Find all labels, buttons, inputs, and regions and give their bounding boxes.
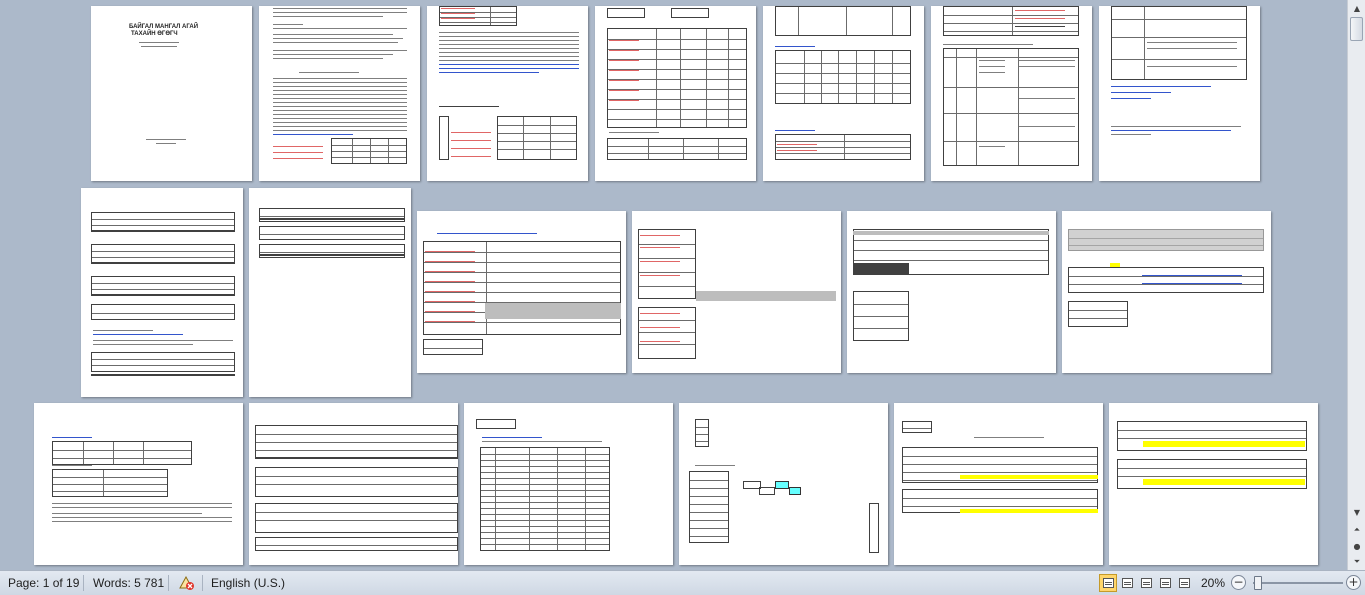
- next-page-icon[interactable]: ⏷: [1349, 554, 1365, 570]
- zoom-slider-thumb[interactable]: [1254, 576, 1262, 590]
- zoom-in-button[interactable]: +: [1346, 575, 1361, 590]
- document-page[interactable]: [417, 211, 626, 373]
- document-page[interactable]: [763, 6, 924, 181]
- document-page[interactable]: [81, 188, 243, 397]
- language-indicator[interactable]: English (U.S.): [211, 576, 285, 590]
- document-page[interactable]: [1062, 211, 1271, 373]
- page-indicator[interactable]: Page: 1 of 19: [8, 576, 79, 590]
- proofing-icon[interactable]: [178, 574, 196, 592]
- outline-icon[interactable]: [1156, 574, 1174, 592]
- vertical-scrollbar[interactable]: ▲ ▼ ⏶ ● ⏷: [1347, 0, 1365, 570]
- word-count[interactable]: Words: 5 781: [93, 576, 164, 590]
- select-browse-object-icon[interactable]: ●: [1349, 538, 1365, 554]
- document-page[interactable]: [931, 6, 1092, 181]
- document-page[interactable]: [847, 211, 1056, 373]
- draft-icon[interactable]: [1175, 574, 1193, 592]
- document-page[interactable]: БАЙГАЛ МАНГАЛ АГАЙ ТАХАЙН ӨГӨГЧ: [91, 6, 252, 181]
- print-layout-icon[interactable]: [1099, 574, 1117, 592]
- zoom-slider-track[interactable]: [1253, 582, 1343, 584]
- document-page[interactable]: [632, 211, 841, 373]
- web-layout-icon[interactable]: [1137, 574, 1155, 592]
- document-page[interactable]: [1109, 403, 1318, 565]
- cover-subtitle: ТАХАЙН ӨГӨГЧ: [131, 31, 178, 37]
- scroll-down-arrow-icon[interactable]: ▼: [1349, 504, 1365, 520]
- document-page[interactable]: [427, 6, 588, 181]
- document-page[interactable]: [1099, 6, 1260, 181]
- cover-title: БАЙГАЛ МАНГАЛ АГАЙ: [129, 24, 199, 30]
- full-screen-reading-icon[interactable]: [1118, 574, 1136, 592]
- zoom-out-button[interactable]: −: [1231, 575, 1246, 590]
- document-page[interactable]: [249, 403, 458, 565]
- scroll-thumb[interactable]: [1350, 17, 1363, 41]
- scroll-up-arrow-icon[interactable]: ▲: [1349, 0, 1365, 16]
- document-canvas[interactable]: БАЙГАЛ МАНГАЛ АГАЙ ТАХАЙН ӨГӨГЧ: [0, 0, 1347, 570]
- document-page[interactable]: [595, 6, 756, 181]
- zoom-level[interactable]: 20%: [1201, 576, 1225, 590]
- status-bar: Page: 1 of 19 Words: 5 781 English (U.S.…: [0, 570, 1365, 595]
- document-page[interactable]: [464, 403, 673, 565]
- document-page[interactable]: [249, 188, 411, 397]
- document-page[interactable]: [679, 403, 888, 565]
- document-page[interactable]: [259, 6, 420, 181]
- document-page[interactable]: [894, 403, 1103, 565]
- previous-page-icon[interactable]: ⏶: [1349, 522, 1365, 538]
- document-page[interactable]: [34, 403, 243, 565]
